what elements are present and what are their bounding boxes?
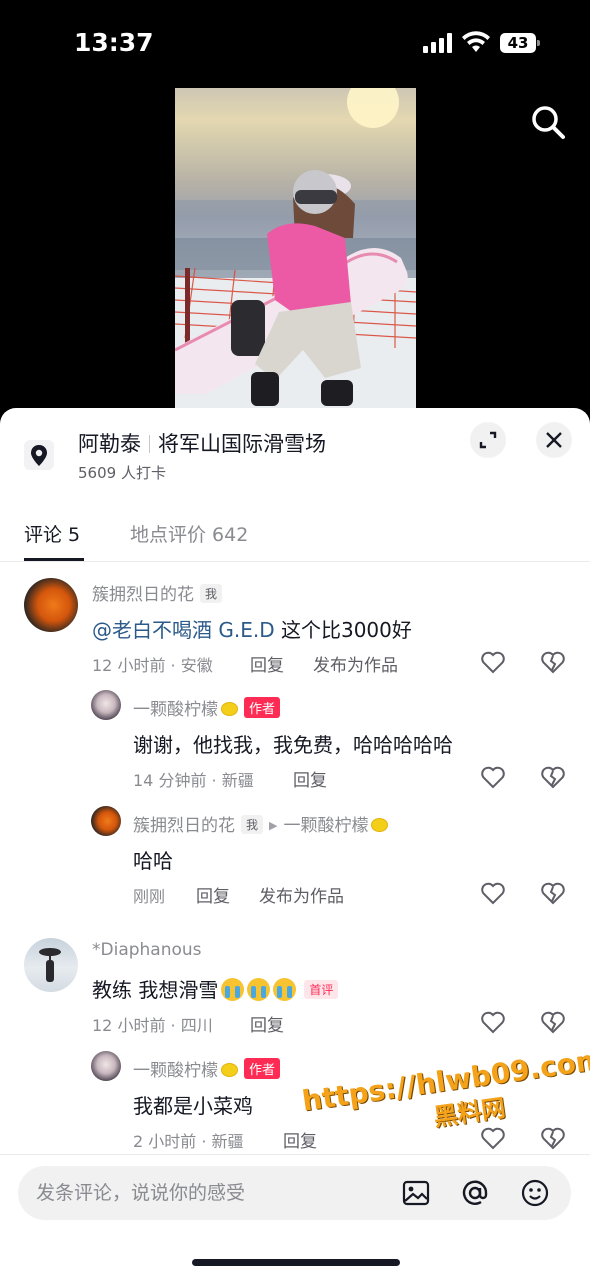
reply-username[interactable]: 一颗酸柠檬 作者 [133, 695, 281, 720]
home-indicator [192, 1259, 400, 1266]
crying-emoji-icon [247, 978, 271, 1001]
avatar[interactable] [91, 690, 121, 720]
first-comment-badge: 首评 [304, 980, 339, 999]
location-title: 阿勒泰 将军山国际滑雪场 [78, 428, 326, 458]
publish-as-post-button[interactable]: 发布为作品 [259, 882, 344, 907]
checkin-count: 5609 人打卡 [78, 464, 166, 482]
reply-time: 刚刚 [133, 887, 166, 906]
author-badge: 作者 [244, 697, 281, 718]
location-header[interactable]: 阿勒泰 将军山国际滑雪场 5609 人打卡 [0, 408, 590, 508]
self-badge: 我 [200, 584, 223, 603]
lemon-icon [221, 702, 238, 716]
comment-text: 教练 我想滑雪 首评 [92, 974, 339, 1003]
divider [0, 1154, 590, 1155]
like-icon[interactable] [480, 880, 506, 906]
comments-sheet: 阿勒泰 将军山国际滑雪场 5609 人打卡 评论 5 地点评价 642 簇拥烈日的… [0, 408, 590, 1280]
signal-icon [423, 33, 453, 53]
comment-input-bar [18, 1166, 571, 1220]
location-region: 阿勒泰 [78, 432, 141, 456]
reply-text: 哈哈 [133, 849, 173, 873]
like-icon[interactable] [480, 764, 506, 790]
dislike-icon[interactable] [540, 1009, 566, 1035]
close-icon [546, 432, 562, 448]
tab-place-reviews[interactable]: 地点评价 642 [130, 520, 248, 547]
tab-comments[interactable]: 评论 5 [24, 520, 80, 547]
dislike-icon[interactable] [540, 1125, 566, 1151]
tab-bar: 评论 5 地点评价 642 [0, 512, 590, 562]
post-image[interactable] [175, 88, 416, 410]
wifi-icon [462, 31, 490, 52]
comment-username[interactable]: 簇拥烈日的花我 [92, 580, 223, 605]
mention-link[interactable]: @老白不喝酒 G.E.D [92, 618, 275, 642]
reply-button[interactable]: 回复 [250, 1011, 284, 1036]
dislike-icon[interactable] [540, 880, 566, 906]
dislike-icon[interactable] [540, 649, 566, 675]
emoji-icon[interactable] [519, 1177, 551, 1209]
snowboarder-photo [175, 88, 416, 410]
comment-username[interactable]: *Diaphanous [92, 940, 202, 960]
author-badge: 作者 [244, 1058, 281, 1079]
location-venue: 将军山国际滑雪场 [158, 432, 326, 456]
mention-icon[interactable] [459, 1177, 491, 1209]
crying-emoji-icon [221, 978, 245, 1001]
avatar[interactable] [24, 578, 78, 632]
comment-time-location: 12 小时前 · 四川 [92, 1016, 213, 1035]
avatar[interactable] [91, 806, 121, 836]
lemon-icon [371, 818, 389, 832]
reply-button[interactable]: 回复 [250, 651, 284, 676]
battery-icon: 43 [500, 33, 540, 53]
like-icon[interactable] [480, 649, 506, 675]
reply-text: 谢谢，他找我，我免费，哈哈哈哈哈 [133, 733, 453, 757]
avatar[interactable] [91, 1051, 121, 1081]
tab-underline [24, 558, 84, 561]
reply-time-location: 2 小时前 · 新疆 [133, 1132, 244, 1151]
lemon-icon [221, 1063, 238, 1077]
comment-input[interactable] [36, 1180, 376, 1206]
battery-level: 43 [500, 33, 536, 53]
reply-button[interactable]: 回复 [196, 882, 230, 907]
self-badge: 我 [241, 815, 264, 834]
crying-emoji-icon [273, 978, 297, 1001]
expand-icon [479, 431, 497, 449]
status-time: 13:37 [74, 28, 154, 57]
publish-as-post-button[interactable]: 发布为作品 [313, 651, 398, 676]
image-icon[interactable] [400, 1177, 432, 1209]
close-button[interactable] [536, 422, 572, 458]
reply-username[interactable]: 一颗酸柠檬 作者 [133, 1056, 281, 1081]
location-pin-icon [24, 440, 54, 470]
dislike-icon[interactable] [540, 764, 566, 790]
reply-button[interactable]: 回复 [293, 766, 327, 791]
reply-time-location: 14 分钟前 · 新疆 [133, 771, 254, 790]
reply-username[interactable]: 簇拥烈日的花我 ▶ 一颗酸柠檬 [133, 811, 389, 836]
like-icon[interactable] [480, 1125, 506, 1151]
search-icon[interactable] [528, 102, 568, 142]
avatar[interactable] [24, 938, 78, 992]
comment-text: @老白不喝酒 G.E.D 这个比3000好 [92, 618, 412, 642]
comment-time-location: 12 小时前 · 安徽 [92, 656, 213, 675]
expand-button[interactable] [470, 422, 506, 458]
status-bar: 13:37 43 [0, 0, 590, 80]
reply-to-user[interactable]: 一颗酸柠檬 [283, 816, 368, 836]
like-icon[interactable] [480, 1009, 506, 1035]
reply-text: 我都是小菜鸡 [133, 1094, 253, 1118]
